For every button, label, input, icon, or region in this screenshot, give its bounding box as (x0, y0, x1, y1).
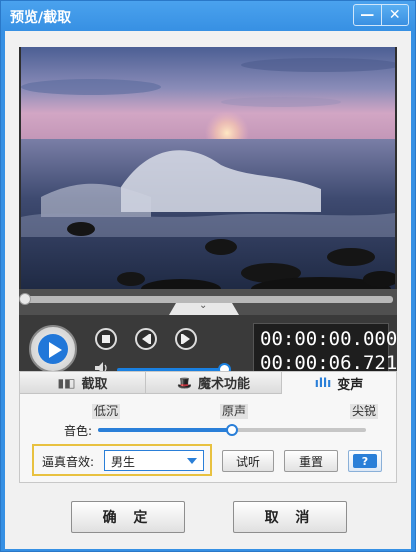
scale-low-label: 低沉 (92, 404, 121, 419)
seascape-image (21, 47, 395, 289)
tab-label: 截取 (81, 377, 108, 392)
title-bar[interactable]: 预览/截取 — ✕ (1, 1, 415, 31)
prev-frame-button[interactable] (135, 328, 157, 350)
function-panel: ▮◧ 截取 🎩 魔术功能 ıllı 变声 低沉 原声 尖锐 音色: 逼真音效: … (19, 371, 397, 483)
cancel-button[interactable]: 取 消 (233, 501, 347, 533)
timeline-track[interactable] (23, 296, 393, 303)
preset-group: 逼真音效: 男生 (32, 444, 212, 476)
sound-wave-icon: ıllı (314, 376, 332, 390)
preset-value: 男生 (111, 455, 136, 469)
help-icon: ? (353, 454, 377, 468)
tab-label: 变声 (337, 377, 364, 393)
scale-mid-label: 原声 (220, 404, 249, 419)
pitch-knob[interactable] (226, 424, 238, 436)
next-frame-icon (183, 334, 190, 344)
dialog-body: ⌄ 00:00:00.000 00:00:06.721 ▮◧ 截取 🎩 魔术功能… (5, 31, 411, 549)
stop-icon (102, 335, 110, 343)
play-icon (49, 342, 62, 358)
ok-button[interactable]: 确 定 (71, 501, 185, 533)
collapse-toggle[interactable]: ⌄ (169, 303, 239, 315)
stop-button[interactable] (95, 328, 117, 350)
crop-icon: ▮◧ (57, 375, 76, 390)
tab-voice-change[interactable]: ıllı 变声 (282, 372, 396, 394)
window-title: 预览/截取 (10, 10, 72, 26)
tab-crop[interactable]: ▮◧ 截取 (20, 372, 146, 394)
prev-frame-icon (142, 334, 149, 344)
video-preview[interactable] (21, 47, 395, 289)
next-frame-button[interactable] (175, 328, 197, 350)
preset-label: 逼真音效: (42, 455, 95, 469)
dropdown-arrow-icon (187, 458, 197, 464)
magic-hat-icon: 🎩 (177, 375, 192, 390)
preview-crop-window: 预览/截取 — ✕ ⌄ 00:00:00.000 00:00:06.721 ▮◧… (0, 0, 416, 552)
audition-button[interactable]: 试听 (222, 450, 274, 472)
tab-label: 魔术功能 (197, 377, 250, 392)
scale-high-label: 尖锐 (350, 404, 379, 419)
tab-bar: ▮◧ 截取 🎩 魔术功能 ıllı 变声 (20, 372, 396, 394)
video-player: ⌄ 00:00:00.000 00:00:06.721 (19, 47, 397, 389)
timeline-knob[interactable] (19, 293, 31, 305)
minimize-button[interactable]: — (354, 5, 381, 25)
play-button[interactable] (29, 325, 77, 373)
tab-magic[interactable]: 🎩 魔术功能 (146, 372, 282, 394)
progress-area: ⌄ (19, 289, 397, 315)
preset-select[interactable]: 男生 (104, 450, 204, 471)
pitch-slider-fill (98, 428, 232, 432)
help-button[interactable]: ? (348, 450, 382, 472)
pitch-label: 音色: (64, 424, 93, 438)
close-button[interactable]: ✕ (380, 5, 409, 25)
current-time: 00:00:00.000 (260, 328, 398, 350)
window-controls: — ✕ (353, 4, 409, 26)
reset-button[interactable]: 重置 (284, 450, 338, 472)
